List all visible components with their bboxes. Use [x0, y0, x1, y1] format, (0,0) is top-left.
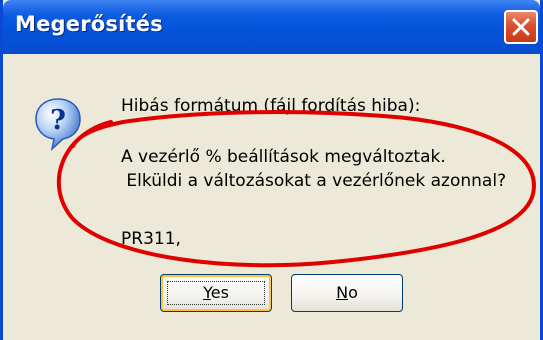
- dialog-body: ? Hibás formátum (fájl fordítás hiba): A…: [3, 54, 540, 340]
- message-line-2: A vezérlő % beállítások megváltoztak.: [121, 147, 446, 167]
- message-line-4: PR311,: [121, 229, 181, 249]
- confirm-dialog: Megerősítés ? Hibás formátum (fájl fordí…: [0, 0, 543, 340]
- close-button[interactable]: [504, 10, 538, 44]
- question-icon: ?: [35, 98, 81, 152]
- focus-rectangle: [167, 281, 265, 305]
- message-line-3: Elküldi a változásokat a vezérlőnek azon…: [121, 171, 507, 191]
- yes-button[interactable]: Yes: [160, 274, 272, 312]
- no-button[interactable]: No: [291, 274, 403, 312]
- message-line-1: Hibás formátum (fájl fordítás hiba):: [121, 96, 421, 116]
- no-mnemonic: N: [336, 283, 349, 302]
- no-label: o: [348, 283, 358, 302]
- svg-text:?: ?: [50, 105, 66, 136]
- dialog-title: Megerősítés: [15, 12, 163, 36]
- title-bar[interactable]: Megerősítés: [3, 0, 540, 54]
- close-icon: [512, 18, 530, 36]
